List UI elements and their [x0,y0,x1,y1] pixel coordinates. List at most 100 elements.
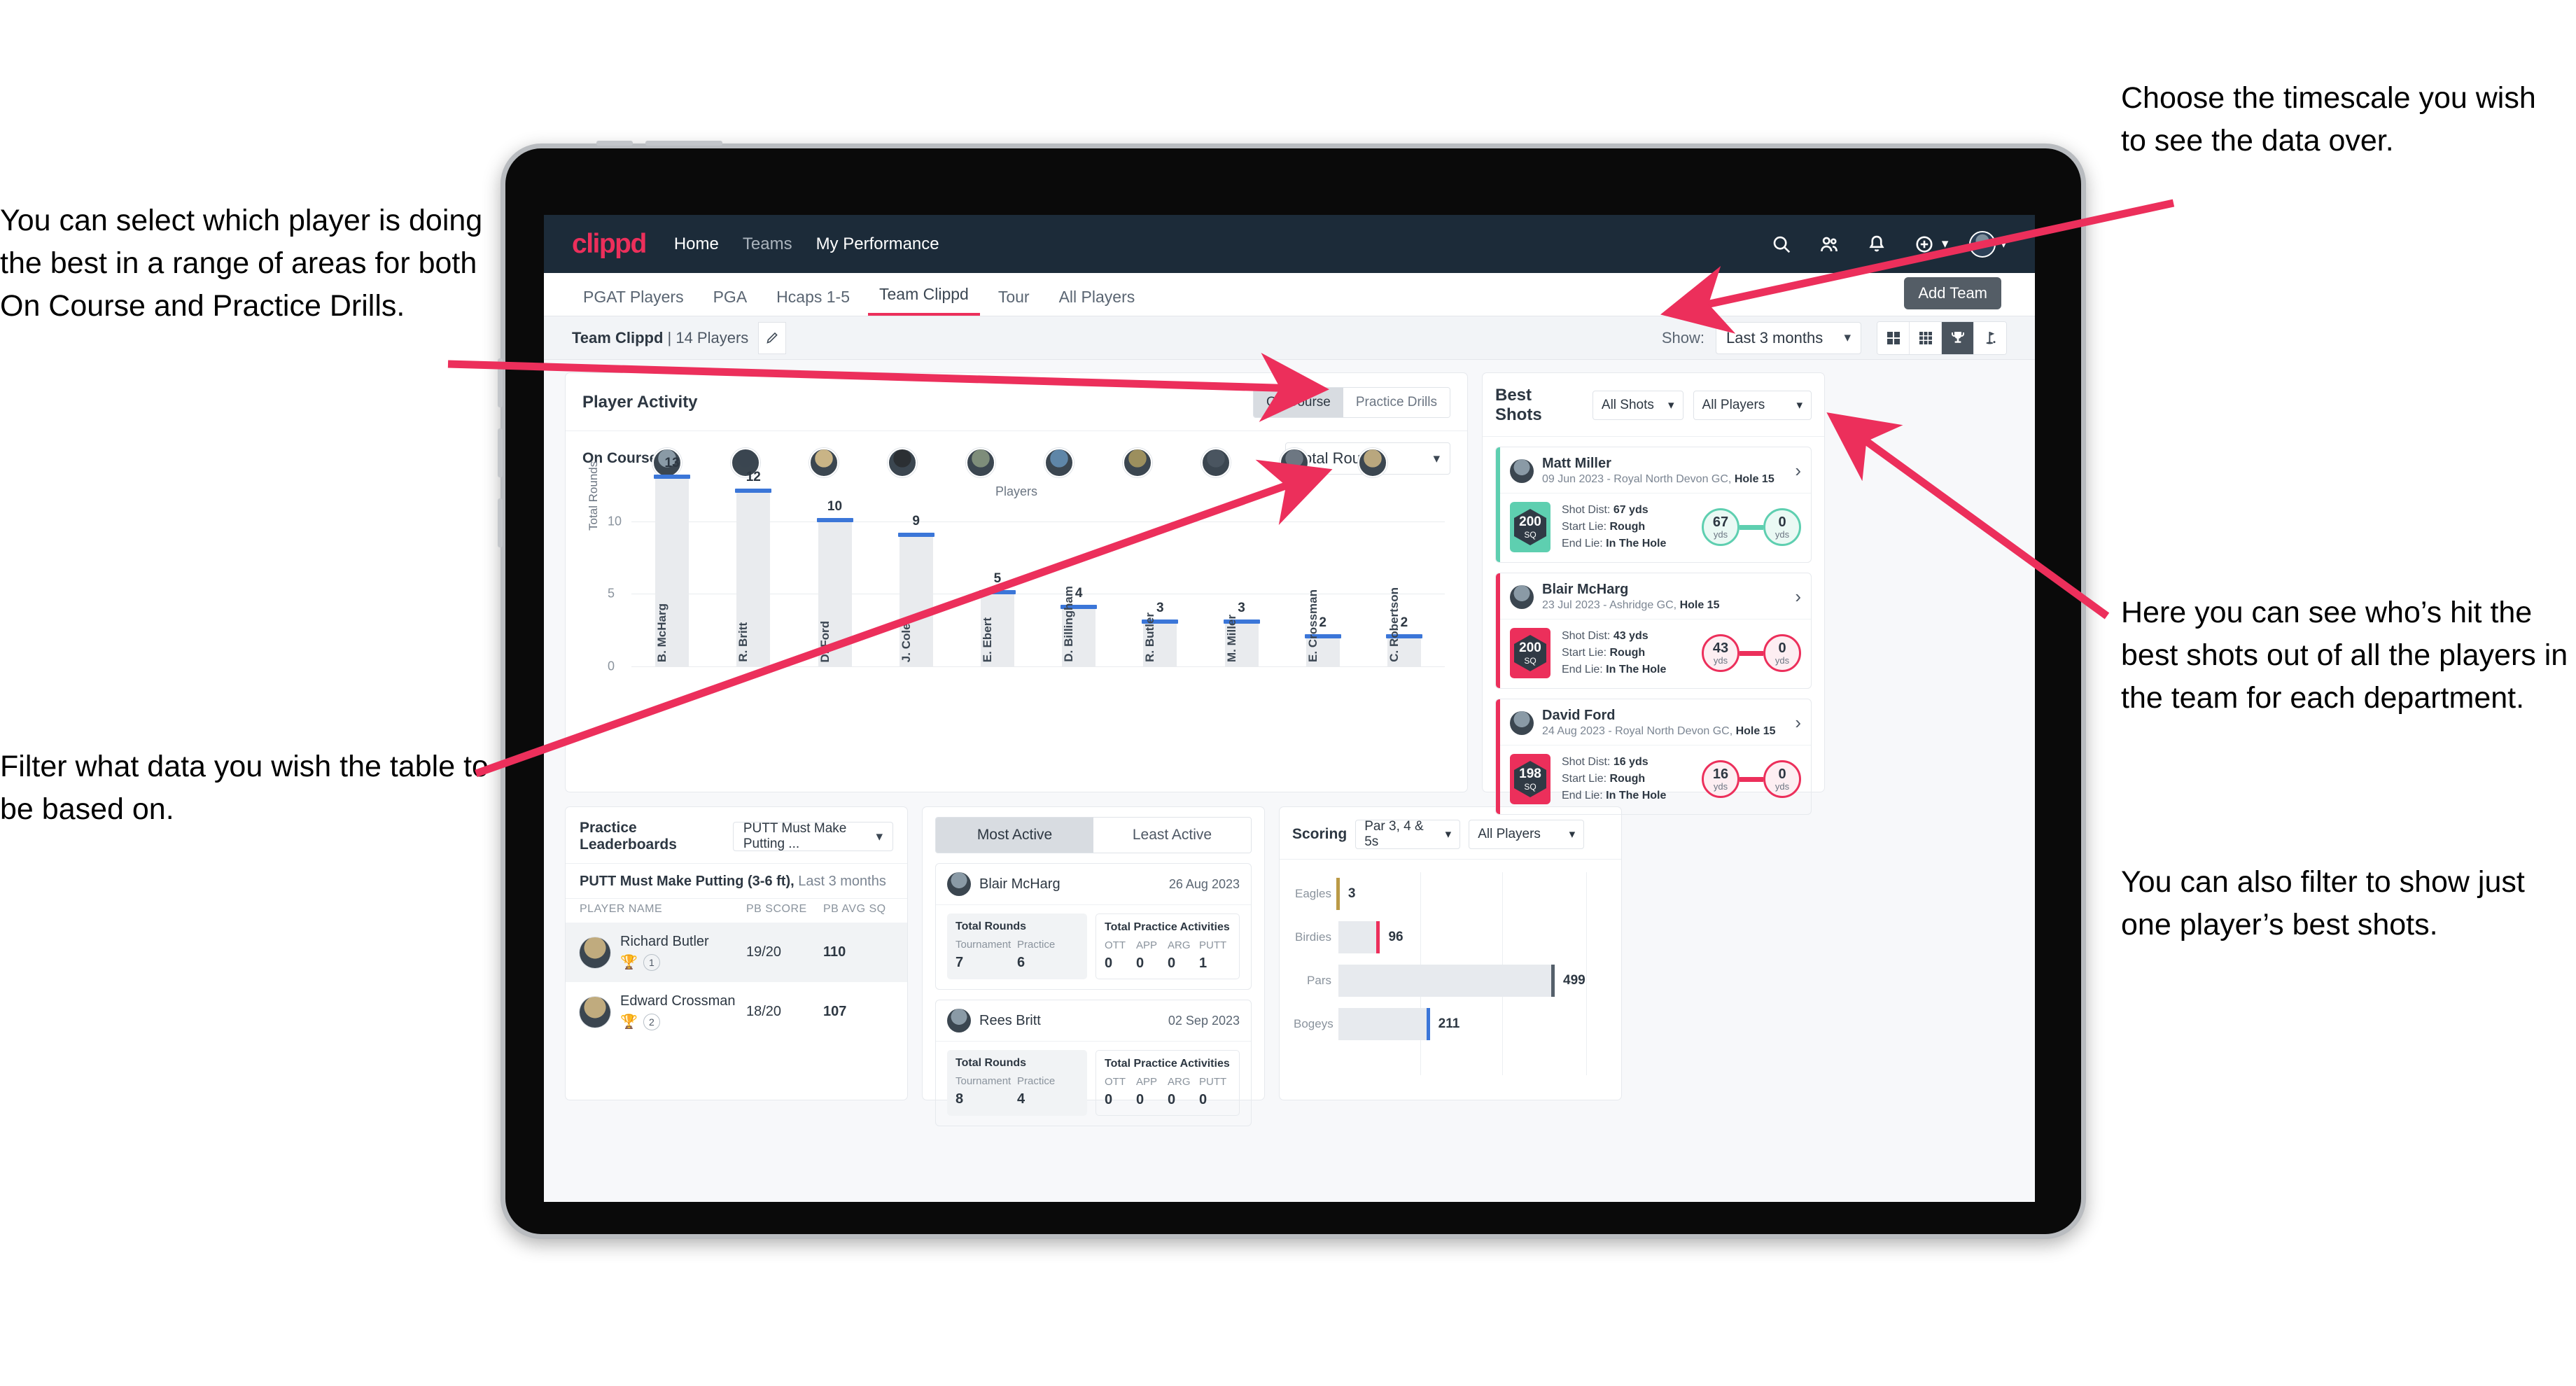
people-icon[interactable] [1816,231,1842,258]
chart-bar-group[interactable]: 2 E. Crossman [1282,463,1364,666]
chart-bar[interactable]: J. Coles [897,532,934,666]
chart-bar-label: R. Britt [736,622,750,662]
scoring-row[interactable]: Eagles 3 [1294,872,1607,916]
avatar-chevron-down-icon[interactable]: ▾ [2000,236,2007,252]
search-icon[interactable] [1768,231,1795,258]
tab-pgat-players[interactable]: PGAT Players [572,288,695,316]
golf-flag-icon[interactable] [1974,321,2006,354]
tab-all-players[interactable]: All Players [1048,288,1147,316]
activity-card[interactable]: Rees Britt 02 Sep 2023 Total Rounds Tournam… [935,1000,1252,1126]
chart-y-tick: 10 [608,514,622,528]
timescale-select[interactable]: Last 3 months ▾ [1716,321,1861,354]
chart-bar-group[interactable]: 12 R. Britt [713,463,794,666]
chart-bar-group[interactable]: 10 D. Ford [794,463,875,666]
add-team-tooltip: Add Team [1904,277,2001,309]
chart-bar[interactable]: R. Butler [1142,612,1179,666]
best-shots-player-select[interactable]: All Players ▾ [1693,391,1812,420]
chart-bar[interactable]: D. Billingham [1060,586,1098,666]
shot-type-select[interactable]: All Shots ▾ [1592,391,1684,420]
leaderboard-player-cell: Richard Butler 🏆 1 [620,934,746,971]
drill-select[interactable]: PUTT Must Make Putting ... ▾ [732,821,893,851]
shot-quality-unit: SQ [1524,781,1536,792]
par-filter-select[interactable]: Par 3, 4 & 5s ▾ [1355,819,1461,849]
user-avatar-icon[interactable] [1969,230,1996,258]
trophy-icon[interactable] [1942,321,1974,354]
tab-hcaps-1-5[interactable]: Hcaps 1-5 [765,288,861,316]
activity-card-header: Rees Britt 02 Sep 2023 [936,1000,1251,1041]
leaderboard-pb-score: 18/20 [746,1004,782,1019]
practice-column: ARG 0 [1168,1076,1199,1108]
segment-on-course[interactable]: On Course [1254,388,1343,417]
divider [1483,436,1824,437]
practice-column: PUTT 0 [1199,1076,1231,1108]
drill-name: PUTT Must Make Putting (3-6 ft), [580,874,794,889]
trophy-icon: 🏆 [620,1014,638,1030]
chart-bar-group[interactable]: 4 D. Billingham [1038,463,1119,666]
best-shot-card[interactable]: David Ford 24 Aug 2023 - Royal North Devo… [1495,699,1812,815]
best-shots-title: Best Shots [1495,386,1542,424]
plus-chevron-down-icon[interactable]: ▾ [1942,236,1949,252]
tab-pga[interactable]: PGA [702,288,759,316]
tab-most-active[interactable]: Most Active [936,818,1093,853]
practice-key: APP [1136,939,1158,951]
chevron-right-icon[interactable]: › [1795,712,1801,734]
clippd-logo[interactable]: clippd [572,229,647,260]
rank-badge: 1 [643,953,660,971]
nav-link-home[interactable]: Home [674,234,719,254]
grid-3x3-icon[interactable] [1910,321,1942,354]
shot-from-circle: 16 yds [1702,760,1740,798]
best-shot-card[interactable]: Matt Miller 09 Jun 2023 - Royal North Dev… [1495,447,1812,563]
pencil-icon[interactable] [758,321,787,354]
chart-bar-value: 3 [1238,600,1245,615]
chart-bar-group[interactable]: 13 B. McHarg [631,456,713,666]
chart-bar[interactable]: D. Ford [816,517,853,666]
tab-least-active[interactable]: Least Active [1093,818,1251,853]
chart-bar-group[interactable]: 3 M. Miller [1200,463,1282,666]
chart-bar-label: E. Crossman [1306,589,1320,662]
best-shot-accent-stripe [1496,447,1500,562]
scoring-row[interactable]: Bogeys 211 [1294,1002,1607,1046]
rounds-value: 4 [1017,1091,1026,1107]
start-lie-line: Start Lie: Rough [1562,521,1646,533]
total-rounds-box: Total Rounds Tournament 7 Practice 6 [947,913,1087,979]
activity-card[interactable]: Blair McHarg 26 Aug 2023 Total Rounds Tourn… [935,863,1252,990]
nav-link-teams[interactable]: Teams [743,234,792,254]
tab-team-clippd[interactable]: Team Clippd [868,285,980,316]
chart-bar[interactable]: E. Crossman [1304,589,1341,666]
scoring-bar-value: 3 [1348,886,1356,901]
shot-from-unit: yds [1713,528,1728,540]
chart-bar-group[interactable]: 5 E. Ebert [957,463,1038,666]
chevron-right-icon[interactable]: › [1795,460,1801,482]
grid-2x2-icon[interactable] [1877,321,1910,354]
scoring-bar-track: 499 [1338,965,1607,997]
chart-y-tick: 5 [608,586,615,601]
leaderboard-row[interactable]: Richard Butler 🏆 1 19/20 110 [566,923,907,982]
shot-to-circle: 0 yds [1763,760,1801,798]
shot-to-value: 0 [1778,640,1786,656]
bell-icon[interactable] [1863,231,1890,258]
chart-bar[interactable]: B. McHarg [654,474,691,666]
scoring-row[interactable]: Birdies 96 [1294,916,1607,959]
chart-bar[interactable]: R. Britt [735,489,772,666]
best-shot-player-name: David Ford [1542,708,1616,723]
scoring-player-select[interactable]: All Players ▾ [1469,820,1585,849]
nav-link-my-performance[interactable]: My Performance [816,234,939,254]
chart-bar-group[interactable]: 9 J. Coles [876,463,957,666]
device-button-3 [498,498,503,547]
segment-practice-drills[interactable]: Practice Drills [1343,388,1450,417]
scoring-row[interactable]: Pars 499 [1294,959,1607,1002]
chevron-right-icon[interactable]: › [1795,586,1801,608]
leaderboard-row[interactable]: Edward Crossman 🏆 2 18/20 107 [566,982,907,1042]
chart-bar[interactable]: E. Ebert [979,590,1016,666]
best-shot-card[interactable]: Blair McHarg 23 Jul 2023 - Ashridge GC, H… [1495,573,1812,689]
best-shot-meta: 23 Jul 2023 - Ashridge GC, Hole 15 [1542,599,1720,611]
shot-to-unit: yds [1774,654,1790,666]
chart-bar[interactable]: C. Robertson [1385,587,1422,666]
chart-bar-group[interactable]: 2 C. Robertson [1364,463,1445,666]
tab-tour[interactable]: Tour [987,288,1041,316]
device-button-1 [498,358,503,407]
chart-bar[interactable]: M. Miller [1223,615,1260,666]
best-shots-list: Matt Miller 09 Jun 2023 - Royal North Dev… [1483,447,1824,815]
chart-bar-group[interactable]: 3 R. Butler [1119,463,1200,666]
plus-circle-icon[interactable] [1911,231,1938,258]
